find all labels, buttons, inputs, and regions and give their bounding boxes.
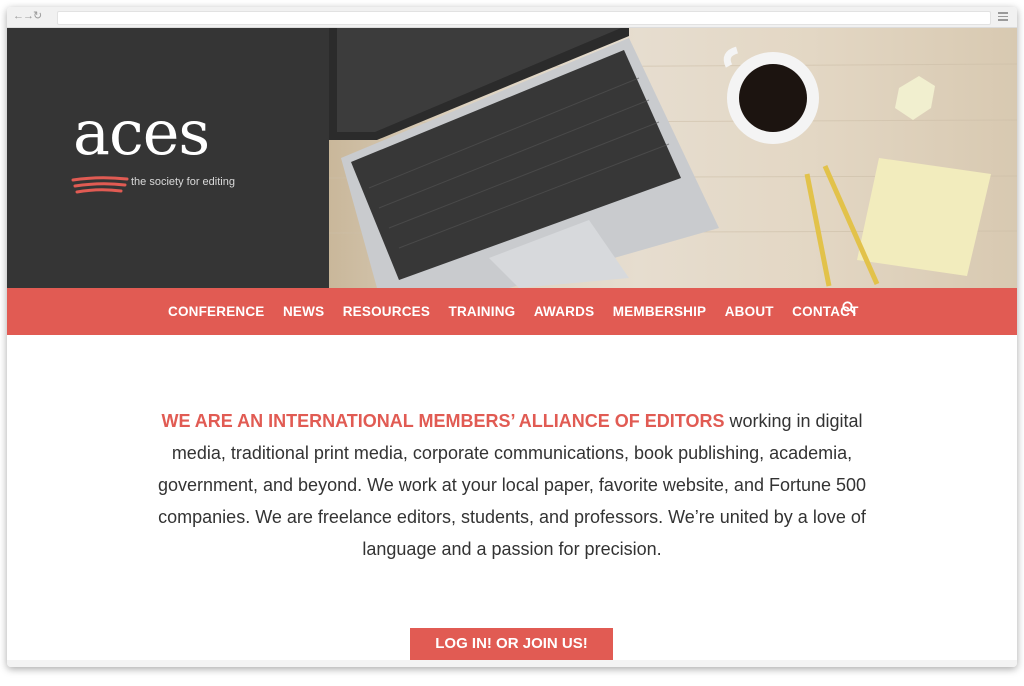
- login-join-button[interactable]: LOG IN! OR JOIN US!: [410, 628, 613, 660]
- site-logo[interactable]: aces: [73, 102, 210, 164]
- back-arrow-icon[interactable]: ←: [13, 10, 24, 22]
- hamburger-menu-icon[interactable]: [998, 12, 1008, 23]
- hero-photo: [329, 28, 1017, 288]
- logo-underline-strokes: [71, 176, 129, 194]
- forward-arrow-icon[interactable]: →: [23, 10, 34, 22]
- intro-body: working in digital media, traditional pr…: [157, 411, 867, 559]
- desk-illustration: [329, 28, 1017, 288]
- nav-item-conference[interactable]: CONFERENCE: [168, 304, 265, 319]
- hero-banner: aces the society for editing: [7, 28, 1017, 288]
- nav-item-news[interactable]: NEWS: [283, 304, 324, 319]
- intro-lead: WE ARE AN INTERNATIONAL MEMBERS’ ALLIANC…: [161, 411, 725, 431]
- search-icon[interactable]: [842, 301, 856, 315]
- bottom-fade: [7, 660, 1017, 667]
- nav-item-resources[interactable]: RESOURCES: [343, 304, 430, 319]
- nav-item-membership[interactable]: MEMBERSHIP: [613, 304, 707, 319]
- nav-item-awards[interactable]: AWARDS: [534, 304, 594, 319]
- browser-window: ←→↻ aces the society for editing CONFERE…: [7, 7, 1017, 667]
- nav-item-training[interactable]: TRAINING: [449, 304, 516, 319]
- browser-chrome: ←→↻: [7, 7, 1017, 28]
- logo-panel: aces the society for editing: [7, 28, 329, 288]
- reload-icon[interactable]: ↻: [33, 9, 43, 22]
- main-navigation: CONFERENCE NEWS RESOURCES TRAINING AWARD…: [7, 288, 1017, 335]
- main-nav-list: CONFERENCE NEWS RESOURCES TRAINING AWARD…: [168, 303, 873, 321]
- intro-paragraph: WE ARE AN INTERNATIONAL MEMBERS’ ALLIANC…: [147, 405, 877, 565]
- browser-nav-buttons: ←→↻: [13, 9, 43, 22]
- nav-item-about[interactable]: ABOUT: [725, 304, 774, 319]
- address-bar[interactable]: [57, 11, 991, 25]
- site-tagline: the society for editing: [131, 176, 235, 188]
